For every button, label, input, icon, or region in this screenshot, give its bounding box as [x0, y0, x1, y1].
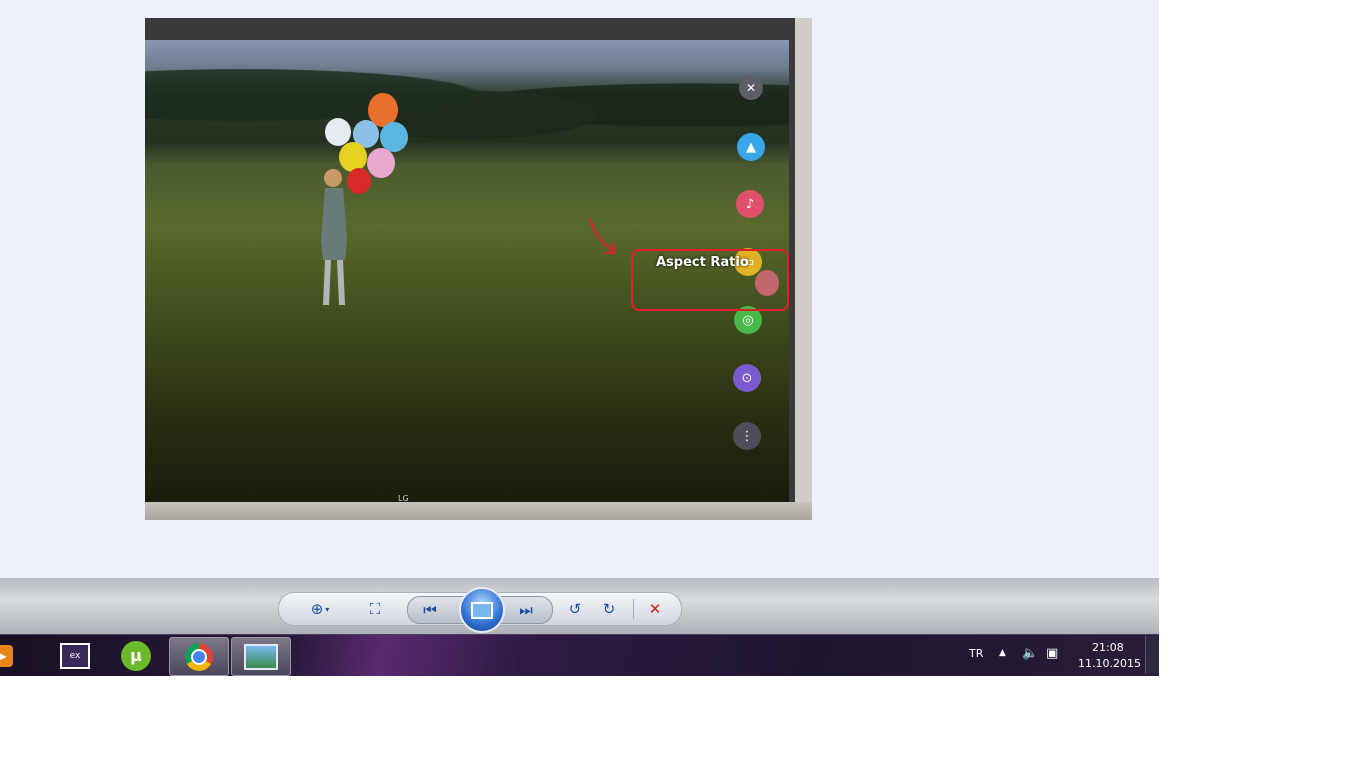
network-icon[interactable]: ▣ [1046, 646, 1058, 661]
photo-viewer-glyph [244, 643, 278, 670]
video-editor-icon[interactable]: ex [46, 637, 104, 674]
media-player-glyph: ▶ [0, 644, 13, 667]
annotation-box [631, 249, 789, 311]
photo-viewer-canvas: ✕ ▲ ♪ ▭ ◎ ⊙ ⋮ Aspect Ratio LG [0, 0, 1159, 675]
show-hidden-icons-icon[interactable]: ▲ [999, 648, 1006, 658]
picture-icon: ▲ [737, 133, 765, 161]
more-icon: ⋮ [733, 422, 761, 450]
zoom-icon[interactable]: ⊕ ▾ [303, 597, 337, 621]
viewer-toolbar: ⊕ ▾ ⛶ ⏮ ⏭ ↺ ↻ ✕ [0, 578, 1159, 634]
balloon [325, 118, 351, 146]
close-icon: ✕ [739, 76, 763, 100]
utorrent-icon[interactable]: µ [107, 637, 165, 674]
next-icon[interactable]: ⏭ [514, 598, 538, 622]
photo-viewer-icon[interactable] [231, 637, 291, 676]
language-indicator[interactable]: TR [969, 647, 983, 660]
chrome-glyph [185, 642, 213, 671]
toolbar-divider [633, 599, 634, 619]
girl-figure [321, 169, 347, 305]
chevron-down-icon: ▾ [325, 604, 330, 614]
chrome-icon[interactable] [169, 637, 229, 676]
annotation-arrow [589, 217, 617, 254]
video-editor-glyph: ex [60, 642, 90, 669]
tv-screen: ✕ ▲ ♪ ▭ ◎ ⊙ ⋮ Aspect Ratio [145, 40, 789, 502]
clock-date[interactable]: 11.10.2015 [1078, 657, 1141, 670]
utorrent-glyph: µ [121, 640, 151, 671]
rotate-left-icon[interactable]: ↺ [563, 597, 587, 621]
previous-icon[interactable]: ⏮ [418, 598, 442, 622]
taskbar: ▶ ex µ TR ▲ 🔈 ▣ 21:08 11.10.2015 [0, 634, 1159, 676]
slideshow-icon[interactable] [459, 587, 505, 633]
displayed-photo: ✕ ▲ ♪ ▭ ◎ ⊙ ⋮ Aspect Ratio LG [145, 18, 812, 520]
clock-time[interactable]: 21:08 [1092, 641, 1124, 654]
tv-frame: ✕ ▲ ♪ ▭ ◎ ⊙ ⋮ Aspect Ratio LG [145, 18, 795, 518]
slideshow-image-icon [471, 601, 493, 619]
fit-window-icon[interactable]: ⛶ [363, 597, 387, 621]
volume-icon[interactable]: 🔈 [1022, 646, 1038, 661]
tree-line [145, 55, 789, 155]
media-player-icon[interactable]: ▶ [0, 637, 24, 674]
balloon [367, 148, 395, 178]
rotate-right-icon[interactable]: ↻ [597, 597, 621, 621]
tv-stand-surface [145, 502, 812, 520]
lock-icon: ⊙ [733, 364, 761, 392]
sound-icon: ♪ [736, 190, 764, 218]
delete-icon[interactable]: ✕ [643, 597, 667, 621]
show-desktop-button[interactable] [1145, 636, 1159, 674]
toolbar-controls: ⊕ ▾ ⛶ ⏮ ⏭ ↺ ↻ ✕ [278, 587, 682, 633]
